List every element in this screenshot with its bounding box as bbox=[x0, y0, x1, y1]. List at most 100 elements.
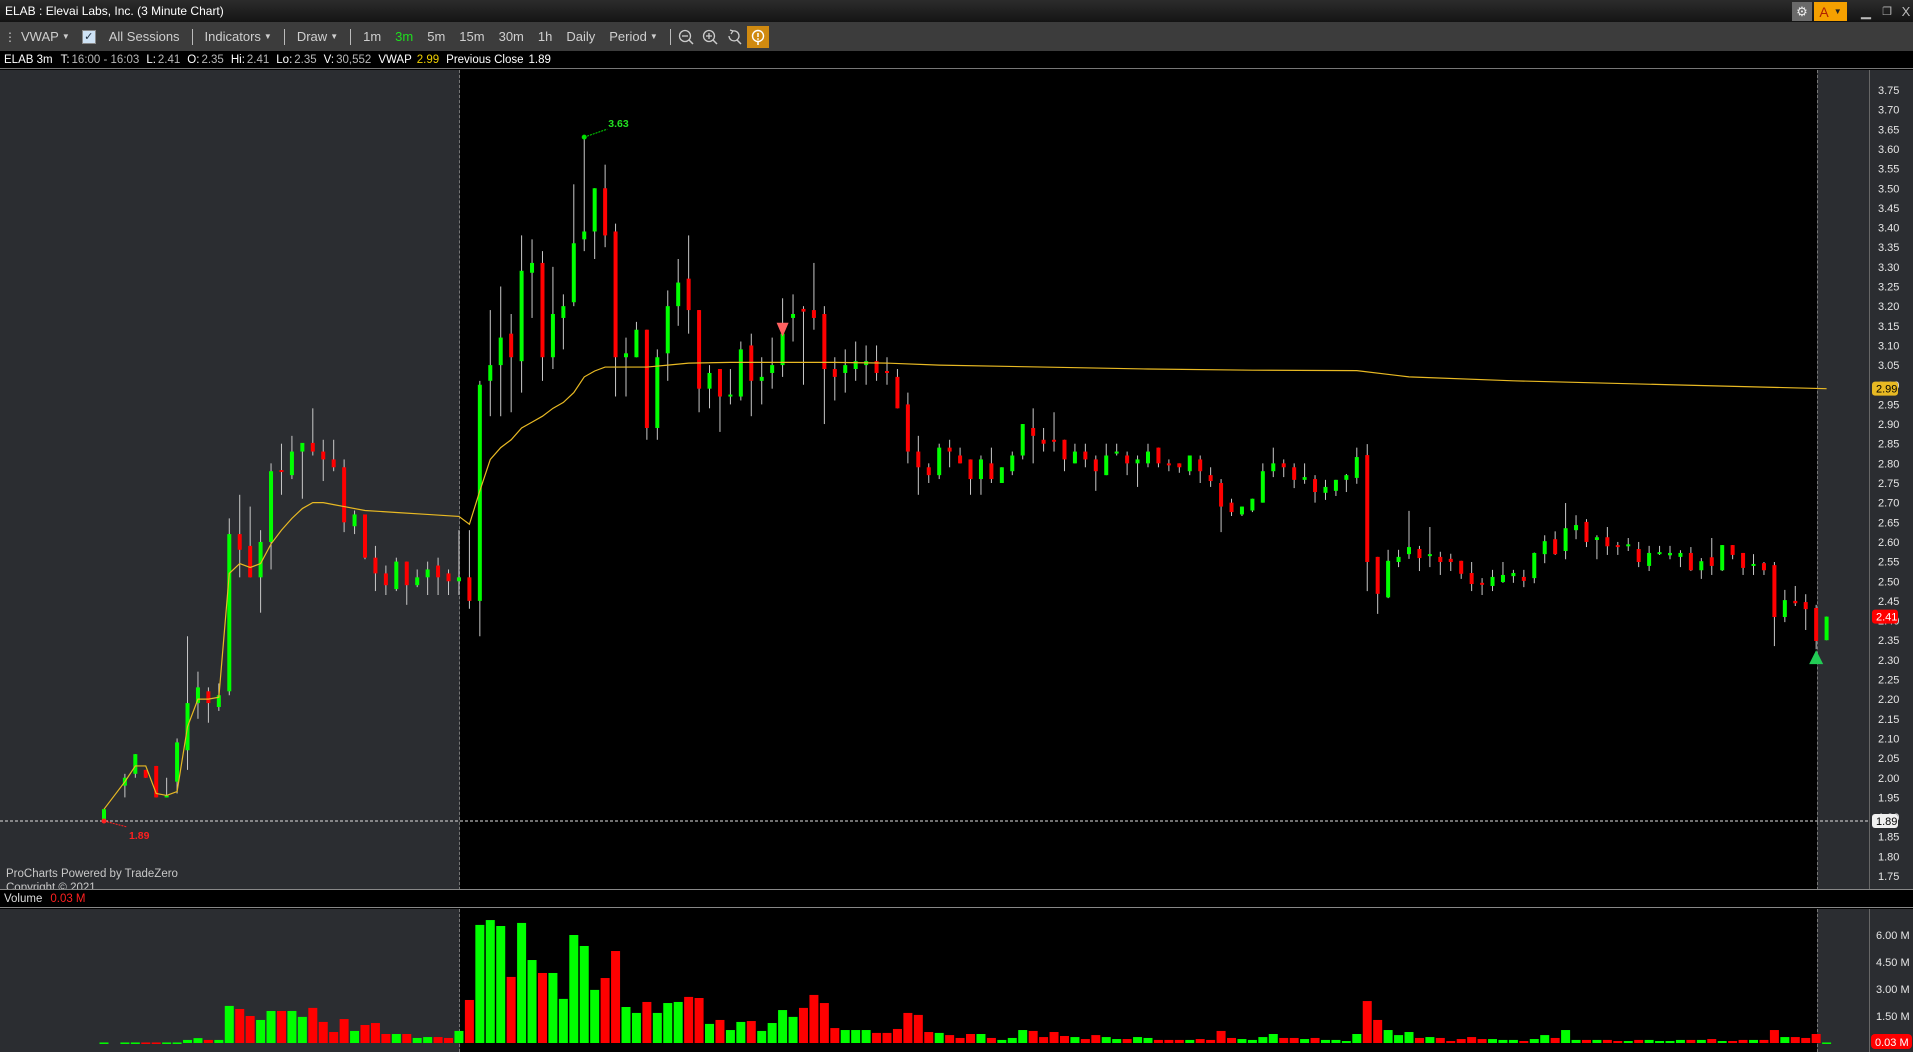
candle-up bbox=[999, 467, 1004, 483]
all-sessions-label[interactable]: All Sessions bbox=[109, 29, 180, 44]
timeframe-15m[interactable]: 15m bbox=[459, 29, 484, 44]
drag-grip-icon[interactable]: ⋮ bbox=[4, 30, 16, 44]
candle-up bbox=[394, 561, 399, 590]
candle-up bbox=[1782, 600, 1787, 618]
volume-pane[interactable]: 6.00 M 4.50 M 3.00 M 1.50 M 0.03 M bbox=[0, 909, 1913, 1052]
volume-bar-up bbox=[172, 1042, 182, 1044]
auto-scale-button[interactable] bbox=[746, 25, 769, 48]
timeframe-30m[interactable]: 30m bbox=[499, 29, 524, 44]
candle-up bbox=[738, 349, 743, 397]
settings-gear-button[interactable]: ⚙ bbox=[1792, 2, 1812, 21]
caret-down-icon: ▼ bbox=[1833, 7, 1842, 16]
timeframe-daily[interactable]: Daily bbox=[566, 29, 595, 44]
price-tick-label: 1.80 bbox=[1878, 851, 1899, 863]
volume-bar-up bbox=[548, 972, 558, 1043]
volume-tick-label: 6.00 M bbox=[1876, 930, 1910, 942]
zoom-in-button[interactable] bbox=[699, 26, 721, 48]
caret-down-icon: ▼ bbox=[330, 32, 339, 41]
price-tick-label: 3.50 bbox=[1878, 183, 1899, 195]
account-dropdown-button[interactable]: A ▼ bbox=[1814, 2, 1847, 21]
close-icon: X bbox=[1901, 4, 1911, 19]
volume-bar-up bbox=[496, 926, 506, 1043]
candle-up bbox=[456, 577, 461, 582]
volume-bar-down bbox=[809, 994, 819, 1043]
price-tick-label: 2.65 bbox=[1878, 517, 1899, 529]
all-sessions-checkbox[interactable]: ✓ bbox=[81, 29, 96, 44]
sell-marker-triangle-icon bbox=[776, 322, 789, 337]
volume-bar-down bbox=[945, 1035, 955, 1043]
candle-up bbox=[1146, 451, 1150, 464]
price-tick-label: 2.25 bbox=[1878, 675, 1899, 687]
candle-down bbox=[989, 463, 994, 480]
gear-icon: ⚙ bbox=[1796, 3, 1808, 19]
timeframe-5m[interactable]: 5m bbox=[427, 29, 445, 44]
indicators-dropdown[interactable]: Indicators ▼ bbox=[205, 29, 272, 44]
volume-bar-down bbox=[1279, 1037, 1289, 1043]
caret-down-icon: ▼ bbox=[649, 32, 658, 41]
candle-up bbox=[1020, 424, 1025, 456]
volume-chart-canvas: 6.00 M 4.50 M 3.00 M 1.50 M 0.03 M bbox=[99, 920, 1912, 1049]
candle-down bbox=[1229, 502, 1234, 513]
price-tick-label: 3.15 bbox=[1878, 321, 1899, 333]
candle-down bbox=[1198, 459, 1203, 472]
volume-bar-up bbox=[214, 1039, 224, 1043]
divider bbox=[350, 28, 352, 45]
minimize-button[interactable]: ▁ bbox=[1856, 2, 1876, 21]
volume-bar-down bbox=[798, 1007, 808, 1043]
volume-bar-up bbox=[1425, 1037, 1435, 1043]
candle-up bbox=[1699, 561, 1704, 571]
candle-up bbox=[978, 459, 983, 480]
volume-bar-down bbox=[1414, 1037, 1424, 1043]
restore-icon: ❐ bbox=[1882, 6, 1892, 18]
info-last-value: 2.41 bbox=[157, 53, 181, 66]
timeframe-1m[interactable]: 1m bbox=[363, 29, 381, 44]
close-button[interactable]: X bbox=[1896, 2, 1913, 21]
candle-up bbox=[1751, 563, 1756, 566]
candle-down bbox=[1417, 549, 1422, 559]
candle-up bbox=[1720, 545, 1725, 571]
price-tick-label: 3.40 bbox=[1878, 223, 1899, 235]
volume-bar-up bbox=[412, 1037, 422, 1043]
volume-label: Volume bbox=[4, 892, 43, 905]
candle-down bbox=[1480, 582, 1485, 585]
ohlc-info-bar: ELAB 3m T: 16:00 - 16:03 L: 2.41 O: 2.35 Hi… bbox=[0, 51, 1913, 69]
candle-down bbox=[968, 459, 973, 480]
candle-up bbox=[1250, 498, 1255, 511]
volume-bar-up bbox=[1675, 1039, 1685, 1043]
price-tick-label: 2.50 bbox=[1878, 576, 1899, 588]
volume-bar-down bbox=[684, 996, 694, 1043]
candle-down bbox=[509, 333, 514, 358]
volume-bar-down bbox=[600, 978, 610, 1043]
candle-up bbox=[1302, 477, 1307, 480]
volume-bar-up bbox=[705, 1023, 715, 1043]
price-tick-label: 2.00 bbox=[1878, 773, 1899, 785]
volume-bar-up bbox=[1655, 1041, 1665, 1043]
volume-bar-up bbox=[1018, 1030, 1028, 1043]
price-tick-label: 2.90 bbox=[1878, 419, 1899, 431]
volume-bar-down bbox=[1362, 1001, 1372, 1043]
draw-dropdown[interactable]: Draw ▼ bbox=[297, 29, 338, 44]
timeframe-1h[interactable]: 1h bbox=[538, 29, 552, 44]
candle-down bbox=[1125, 455, 1130, 464]
period-dropdown[interactable]: Period ▼ bbox=[609, 29, 658, 44]
zoom-out-button[interactable] bbox=[675, 26, 697, 48]
volume-bar-up bbox=[1331, 1039, 1341, 1043]
volume-bar-down bbox=[1164, 1039, 1174, 1043]
candle-up bbox=[770, 365, 775, 373]
candle-down bbox=[895, 376, 900, 409]
volume-bar-down bbox=[402, 1034, 412, 1043]
candle-down bbox=[446, 573, 451, 582]
volume-bar-up bbox=[1404, 1032, 1414, 1043]
price-chart-pane[interactable]: 3.75 3.70 3.65 3.60 3.55 3.50 3.45 3.40 3.35 3.30… bbox=[0, 70, 1913, 894]
volume-bar-up bbox=[590, 989, 600, 1043]
timeframe-3m[interactable]: 3m bbox=[395, 29, 413, 44]
reset-zoom-button[interactable] bbox=[723, 26, 745, 48]
volume-bar-up bbox=[1185, 1039, 1195, 1043]
candle-down bbox=[686, 278, 691, 311]
study-dropdown[interactable]: VWAP ▼ bbox=[21, 29, 70, 44]
high-marker-leader bbox=[584, 128, 608, 138]
volume-bar-down bbox=[141, 1042, 151, 1044]
candle-down bbox=[644, 329, 649, 428]
candle-up bbox=[843, 365, 848, 373]
restore-button[interactable]: ❐ bbox=[1877, 2, 1897, 21]
